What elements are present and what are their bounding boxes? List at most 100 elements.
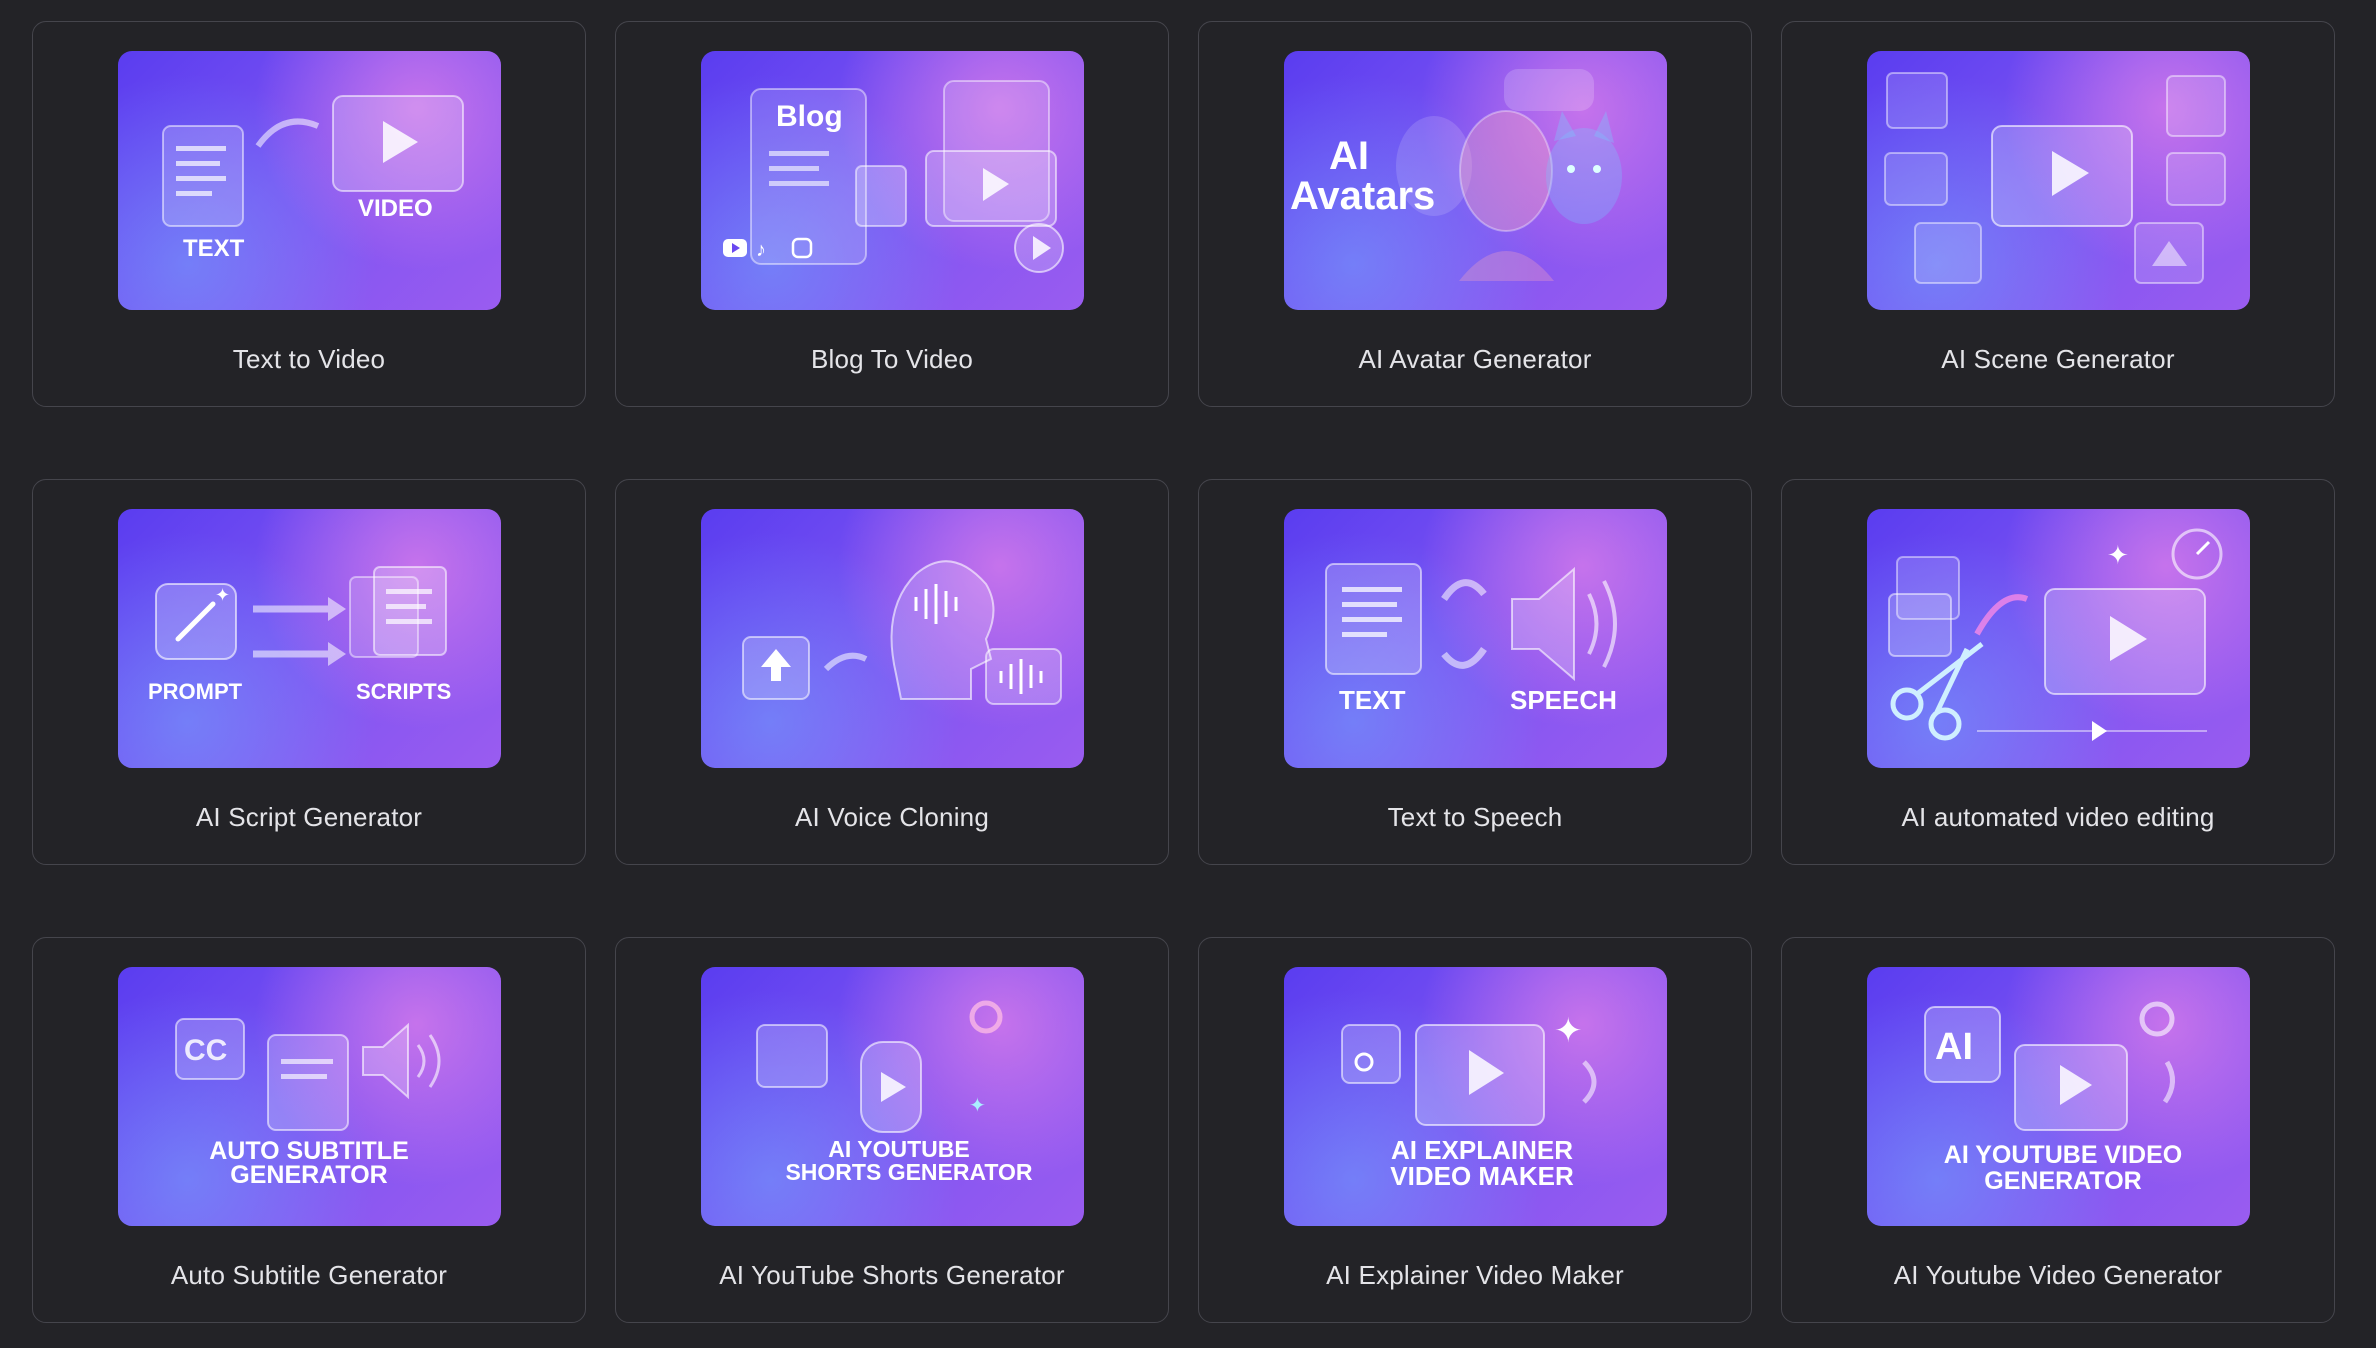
clip-icon — [1888, 593, 1952, 657]
ai-video-editing-illustration: ✦ — [1888, 528, 2223, 741]
tool-card-ai-explainer-video-maker[interactable]: ✦ AI EXPLAINER VIDEO MAKER AI Explainer … — [1198, 937, 1752, 1323]
art-label-ai-youtube-video: AI YOUTUBE VIDEO — [1944, 1141, 2182, 1169]
arrows-icon — [253, 605, 328, 658]
ai-voice-cloning-illustration — [742, 560, 1062, 705]
tool-card-auto-subtitle-generator[interactable]: CC AUTO SUBTITLE GENERATOR Auto Subtitle… — [32, 937, 586, 1323]
tiktok-icon: ♪ — [756, 239, 766, 261]
card-title: Blog To Video — [810, 344, 974, 374]
art-label-speech: SPEECH — [1510, 685, 1617, 715]
scene-thumbnail-icon — [1886, 72, 1948, 129]
presenter-icon — [1341, 1024, 1401, 1084]
thumbnail-text-to-speech[interactable]: TEXT SPEECH — [1284, 509, 1667, 768]
scene-thumbnail-icon — [2166, 75, 2226, 137]
art-label-shorts-generator: SHORTS GENERATOR — [785, 1159, 1032, 1185]
card-title: AI Youtube Video Generator — [1893, 1260, 2223, 1290]
tool-card-ai-youtube-shorts-generator[interactable]: ✦ AI YOUTUBE SHORTS GENERATOR AI YouTube… — [615, 937, 1169, 1323]
ai-youtube-shorts-illustration: ✦ AI YOUTUBE SHORTS GENERATOR — [756, 1000, 1033, 1185]
arrow-icon — [2162, 1060, 2175, 1104]
card-title: AI Avatar Generator — [1358, 344, 1592, 374]
tool-card-ai-automated-video-editing[interactable]: ✦ AI automated video editing — [1781, 479, 2335, 865]
art-label-video: VIDEO — [358, 195, 433, 222]
art-label-video-maker: VIDEO MAKER — [1390, 1161, 1574, 1191]
tool-card-text-to-speech[interactable]: TEXT SPEECH Text to Speech — [1198, 479, 1752, 865]
art-label-blog: Blog — [776, 100, 843, 133]
ai-youtube-video-illustration: AI AI YOUTUBE VIDEO GENERATOR — [1924, 1001, 2182, 1195]
thumbnail-ai-scene-generator[interactable] — [1867, 51, 2250, 310]
thumbnail-ai-voice-cloning[interactable] — [701, 509, 1084, 768]
scene-thumbnail-icon — [1884, 152, 1948, 206]
card-title: AI YouTube Shorts Generator — [719, 1260, 1065, 1290]
ai-scene-illustration — [1884, 72, 2226, 284]
speaker-icon — [362, 1022, 409, 1100]
thumbnail-auto-subtitle-generator[interactable]: CC AUTO SUBTITLE GENERATOR — [118, 967, 501, 1226]
art-label-text: TEXT — [183, 235, 245, 262]
cycle-arrows-icon — [1441, 579, 1487, 669]
head-silhouette-icon — [890, 560, 995, 700]
waveform-output-icon — [985, 648, 1062, 705]
script-page-icon — [373, 566, 447, 656]
thumbnail-ai-youtube-video-generator[interactable]: AI AI YOUTUBE VIDEO GENERATOR — [1867, 967, 2250, 1226]
scene-thumbnail-icon — [1914, 222, 1982, 284]
arrow-icon — [1974, 594, 2029, 636]
tool-card-ai-voice-cloning[interactable]: AI Voice Cloning — [615, 479, 1169, 865]
ai-avatar-illustration: AI Avatars — [1290, 69, 1622, 281]
art-label-ai: AI — [1935, 1026, 1973, 1068]
scissors-icon — [1890, 642, 1984, 741]
thumbnail-ai-automated-video-editing[interactable]: ✦ — [1867, 509, 2250, 768]
youtube-icon — [723, 239, 747, 257]
arrow-icon — [1582, 1060, 1597, 1104]
thumbnail-text-to-video[interactable]: TEXT VIDEO — [118, 51, 501, 310]
art-label-ai: AI — [1329, 134, 1369, 178]
art-label-generator: GENERATOR — [1984, 1167, 2141, 1195]
svg-text:✦: ✦ — [215, 585, 230, 605]
thumbnail-ai-script-generator[interactable]: ✦ PROMPT SCRIPTS — [118, 509, 501, 768]
document-icon — [162, 125, 244, 227]
thumbnail-ai-avatar-generator[interactable]: AI Avatars — [1284, 51, 1667, 310]
card-title: AI Explainer Video Maker — [1326, 1260, 1624, 1290]
card-title: Text to Speech — [1387, 802, 1563, 832]
tool-card-ai-script-generator[interactable]: ✦ PROMPT SCRIPTS AI Script Generator — [32, 479, 586, 865]
card-title: AI automated video editing — [1901, 802, 2215, 832]
arrow-icon — [823, 652, 868, 672]
art-label-scripts: SCRIPTS — [356, 679, 451, 704]
document-icon — [267, 1034, 349, 1131]
arrow-icon — [255, 118, 320, 148]
art-label-generator: GENERATOR — [230, 1161, 387, 1189]
tool-card-ai-avatar-generator[interactable]: AI Avatars AI Avatar Generator — [1198, 21, 1752, 407]
art-label-text: TEXT — [1339, 685, 1406, 715]
thumbnail-ai-explainer-video-maker[interactable]: ✦ AI EXPLAINER VIDEO MAKER — [1284, 967, 1667, 1226]
sparkle-icon: ✦ — [969, 1095, 986, 1117]
cat-avatar-icon — [1546, 128, 1622, 224]
sparkle-icon: ✦ — [2107, 540, 2129, 570]
card-title: Auto Subtitle Generator — [170, 1260, 448, 1290]
tool-card-text-to-video[interactable]: TEXT VIDEO Text to Video — [32, 21, 586, 407]
thumbnail-blog-to-video[interactable]: Blog ♪ — [701, 51, 1084, 310]
video-player-icon — [332, 95, 464, 192]
tool-card-ai-scene-generator[interactable]: AI Scene Generator — [1781, 21, 2335, 407]
document-icon — [855, 165, 907, 227]
speech-bubble-icon — [1504, 69, 1594, 111]
chat-bubble-icon — [756, 1024, 828, 1088]
blog-to-video-illustration: Blog ♪ — [723, 80, 1064, 273]
text-to-video-illustration: TEXT VIDEO — [162, 95, 464, 262]
art-label-cc: CC — [184, 1034, 227, 1067]
text-to-speech-illustration: TEXT SPEECH — [1325, 563, 1617, 715]
tools-grid: TEXT VIDEO Text to Video Blog ♪ Blog To … — [32, 21, 2335, 1323]
card-title: AI Script Generator — [195, 802, 423, 832]
gear-icon — [2139, 1001, 2175, 1037]
avatar-face-icon — [1459, 110, 1553, 232]
thumbnail-ai-youtube-shorts-generator[interactable]: ✦ AI YOUTUBE SHORTS GENERATOR — [701, 967, 1084, 1226]
gear-icon — [969, 1000, 1003, 1034]
tool-card-ai-youtube-video-generator[interactable]: AI AI YOUTUBE VIDEO GENERATOR AI Youtube… — [1781, 937, 2335, 1323]
ai-explainer-illustration: ✦ AI EXPLAINER VIDEO MAKER — [1341, 1012, 1597, 1191]
card-title: AI Scene Generator — [1941, 344, 2175, 374]
art-label-prompt: PROMPT — [148, 679, 243, 704]
ai-script-illustration: ✦ PROMPT SCRIPTS — [148, 566, 451, 704]
card-title: Text to Video — [232, 344, 386, 374]
tool-card-blog-to-video[interactable]: Blog ♪ Blog To Video — [615, 21, 1169, 407]
speaker-icon — [1511, 566, 1575, 682]
scene-thumbnail-icon — [2166, 152, 2226, 206]
card-title: AI Voice Cloning — [795, 802, 989, 832]
art-label-avatars: Avatars — [1290, 174, 1435, 218]
auto-subtitle-illustration: CC AUTO SUBTITLE GENERATOR — [175, 1018, 441, 1189]
